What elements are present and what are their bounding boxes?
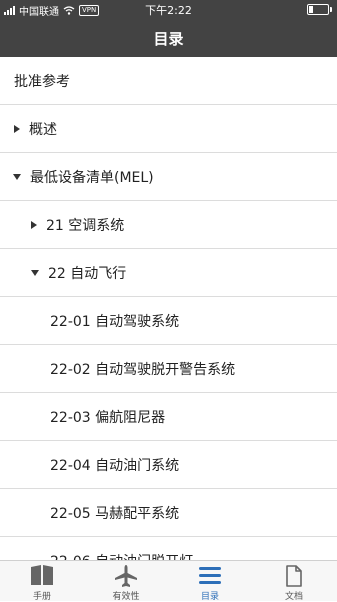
tab-label: 手册 bbox=[32, 592, 51, 602]
toc-item-label: 22-02 自动驾驶脱开警告系统 bbox=[50, 361, 236, 378]
toc-item-label: 21 空调系统 bbox=[46, 217, 125, 234]
expand-arrow-icon bbox=[14, 124, 20, 133]
toc-item-label: 22 自动飞行 bbox=[48, 265, 127, 282]
toc-item-label: 批准参考 bbox=[14, 73, 70, 90]
toc-item-22-06[interactable]: 22-06 自动油门脱开灯 bbox=[0, 537, 337, 561]
collapse-arrow-icon bbox=[31, 269, 39, 276]
toc-item-approval-reference[interactable]: 批准参考 bbox=[0, 57, 337, 105]
expand-arrow-icon bbox=[31, 220, 37, 229]
tab-label: 有效性 bbox=[112, 592, 140, 602]
top-bar: 中国联通 VPN 下午2:22 目录 bbox=[0, 0, 337, 57]
toc-item-label: 22-03 偏航阻尼器 bbox=[50, 409, 166, 426]
toc-item-label: 22-04 自动油门系统 bbox=[50, 457, 180, 474]
toc-item-overview[interactable]: 概述 bbox=[0, 105, 337, 153]
toc-item-label: 最低设备清单(MEL) bbox=[30, 169, 154, 186]
toc-item-21-air-conditioning[interactable]: 21 空调系统 bbox=[0, 201, 337, 249]
toc-item-label: 22-06 自动油门脱开灯 bbox=[50, 551, 193, 561]
tab-manual[interactable]: 手册 bbox=[0, 561, 84, 602]
toc-item-22-01[interactable]: 22-01 自动驾驶系统 bbox=[0, 297, 337, 345]
page-title: 目录 bbox=[153, 30, 184, 48]
toc-item-22-03[interactable]: 22-03 偏航阻尼器 bbox=[0, 393, 337, 441]
tab-contents[interactable]: 目录 bbox=[168, 561, 252, 602]
tab-bar: 手册 有效性 目录 文档 bbox=[0, 560, 337, 602]
collapse-arrow-icon bbox=[13, 173, 21, 180]
toc-item-label: 概述 bbox=[29, 121, 57, 138]
battery-icon bbox=[307, 4, 332, 15]
airplane-icon bbox=[115, 565, 137, 587]
document-icon bbox=[286, 565, 302, 587]
toc-item-22-05[interactable]: 22-05 马赫配平系统 bbox=[0, 489, 337, 537]
list-icon bbox=[199, 567, 221, 584]
clock: 下午2:22 bbox=[145, 4, 192, 17]
status-bar: 中国联通 VPN 下午2:22 bbox=[0, 0, 337, 18]
toc-item-label: 22-05 马赫配平系统 bbox=[50, 505, 180, 522]
tab-effectivity[interactable]: 有效性 bbox=[84, 561, 168, 602]
toc-item-22-04[interactable]: 22-04 自动油门系统 bbox=[0, 441, 337, 489]
book-icon bbox=[31, 565, 53, 585]
tab-documents[interactable]: 文档 bbox=[252, 561, 336, 602]
toc-list[interactable]: 批准参考 概述 最低设备清单(MEL) 21 空调系统 22 自动飞行 22-0… bbox=[0, 57, 337, 560]
tab-label: 文档 bbox=[284, 592, 303, 602]
tab-label: 目录 bbox=[200, 592, 219, 602]
toc-item-22-02[interactable]: 22-02 自动驾驶脱开警告系统 bbox=[0, 345, 337, 393]
toc-item-mel[interactable]: 最低设备清单(MEL) bbox=[0, 153, 337, 201]
toc-item-label: 22-01 自动驾驶系统 bbox=[50, 313, 180, 330]
toc-item-22-auto-flight[interactable]: 22 自动飞行 bbox=[0, 249, 337, 297]
